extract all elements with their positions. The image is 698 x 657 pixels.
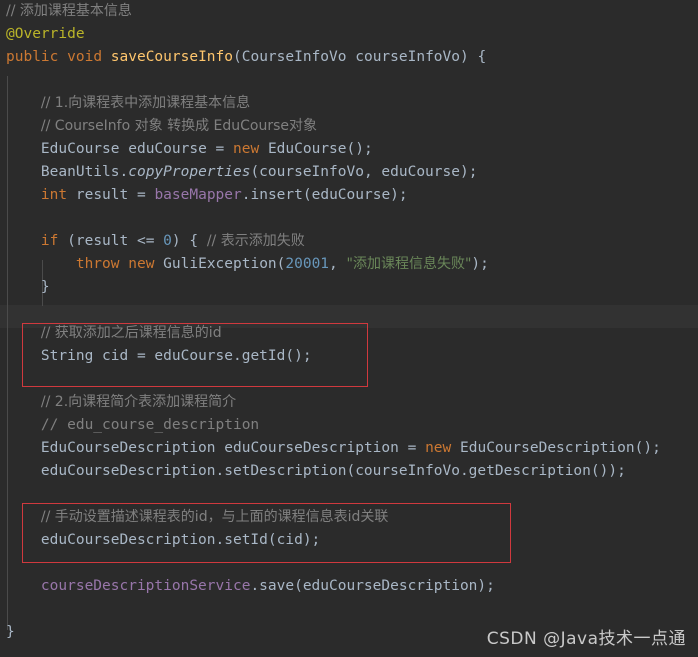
code-line: // edu_course_description [0, 414, 698, 437]
keyword-token: new [128, 256, 155, 272]
string-token: "添加课程信息失败" [346, 256, 472, 272]
code-line: EduCourse eduCourse = new EduCourse(); [0, 138, 698, 161]
code-line: // 手动设置描述课程表的id，与上面的课程信息表id关联 [0, 506, 698, 529]
code-line: if (result <= 0) { // 表示添加失败 [0, 230, 698, 253]
keyword-token: int [40, 187, 68, 203]
comment-token: // CourseInfo 对象 转换成 EduCourse对象 [40, 118, 318, 134]
code-area[interactable]: // 添加课程基本信息 @Override public void saveCo… [0, 0, 698, 644]
keyword-token: new [233, 141, 260, 157]
constructor-token: EduCourseDescription(); [460, 440, 661, 456]
statement-token: eduCourseDescription.setDescription(cour… [40, 463, 626, 479]
punctuation-token: ) { [460, 49, 487, 65]
comment-token: // 获取添加之后课程信息的id [40, 325, 222, 341]
keyword-token: throw [75, 256, 120, 272]
code-line: String cid = eduCourse.getId(); [0, 345, 698, 368]
code-line: eduCourseDescription.setDescription(cour… [0, 460, 698, 483]
type-token: CourseInfoVo [241, 49, 347, 65]
number-token: 0 [163, 233, 172, 249]
code-editor-screenshot: // 添加课程基本信息 @Override public void saveCo… [0, 0, 698, 657]
keyword-token: void [67, 49, 103, 65]
type-token: EduCourseDescription [40, 440, 216, 456]
statement-token: cid = eduCourse.getId(); [102, 348, 312, 364]
method-call-token: .save(eduCourseDescription); [250, 578, 495, 594]
keyword-token: if [40, 233, 59, 249]
code-line: // 1.向课程表中添加课程基本信息 [0, 92, 698, 115]
watermark-text: CSDN @Java技术一点通 [486, 629, 686, 649]
arguments-token: (courseInfoVo, eduCourse); [250, 164, 478, 180]
operator-token: = [407, 440, 417, 456]
code-line: throw new GuliException(20001, "添加课程信息失败… [0, 253, 698, 276]
keyword-token: public [6, 49, 59, 65]
operator-token: = [215, 141, 225, 157]
field-token: courseDescriptionService [40, 578, 251, 594]
statement-token: eduCourseDescription.setId(cid); [40, 532, 321, 548]
punctuation-token: ); [471, 256, 489, 272]
punctuation-token: ( [233, 49, 242, 65]
code-line: // CourseInfo 对象 转换成 EduCourse对象 [0, 115, 698, 138]
constructor-token: EduCourse(); [267, 141, 373, 157]
punctuation-token: } [40, 279, 50, 295]
variable-token: eduCourse [128, 141, 207, 157]
type-token: String [40, 348, 94, 364]
comment-token: // 1.向课程表中添加课程基本信息 [40, 95, 251, 111]
code-line: BeanUtils.copyProperties(courseInfoVo, e… [0, 161, 698, 184]
punctuation-token: , [329, 256, 347, 272]
punctuation-token: . [119, 164, 129, 180]
number-token: 20001 [285, 256, 330, 272]
annotation-token: @Override [6, 26, 85, 42]
punctuation-token: } [6, 624, 15, 640]
type-token: EduCourse [40, 141, 120, 157]
condition-token: (result <= [67, 233, 164, 249]
code-line: @Override [0, 23, 698, 46]
code-line: // 2.向课程简介表添加课程简介 [0, 391, 698, 414]
exception-token: GuliException( [163, 256, 286, 272]
field-token: baseMapper [154, 187, 242, 203]
static-method-token: copyProperties [128, 164, 251, 180]
class-token: BeanUtils [40, 164, 120, 180]
code-line: eduCourseDescription.setId(cid); [0, 529, 698, 552]
code-line: public void saveCourseInfo(CourseInfoVo … [0, 46, 698, 69]
code-line: int result = baseMapper.insert(eduCourse… [0, 184, 698, 207]
operator-token: = [136, 187, 146, 203]
code-line: // 添加课程基本信息 [0, 0, 698, 23]
variable-token: eduCourseDescription [224, 440, 399, 456]
code-line: courseDescriptionService.save(eduCourseD… [0, 575, 698, 598]
punctuation-token: ) { [171, 233, 207, 249]
keyword-token: new [425, 440, 452, 456]
code-line: EduCourseDescription eduCourseDescriptio… [0, 437, 698, 460]
code-line: } [0, 276, 698, 299]
code-line: // 获取添加之后课程信息的id [0, 322, 698, 345]
method-name-token: saveCourseInfo [110, 49, 233, 65]
comment-token: // 手动设置描述课程表的id，与上面的课程信息表id关联 [40, 509, 389, 525]
variable-token: result [75, 187, 129, 203]
comment-token: // 添加课程基本信息 [6, 3, 132, 19]
comment-token: // 表示添加失败 [206, 233, 305, 249]
comment-token: // edu_course_description [40, 417, 260, 433]
comment-token: // 2.向课程简介表添加课程简介 [40, 394, 237, 410]
param-token: courseInfoVo [355, 49, 460, 65]
method-call-token: .insert(eduCourse); [241, 187, 408, 203]
